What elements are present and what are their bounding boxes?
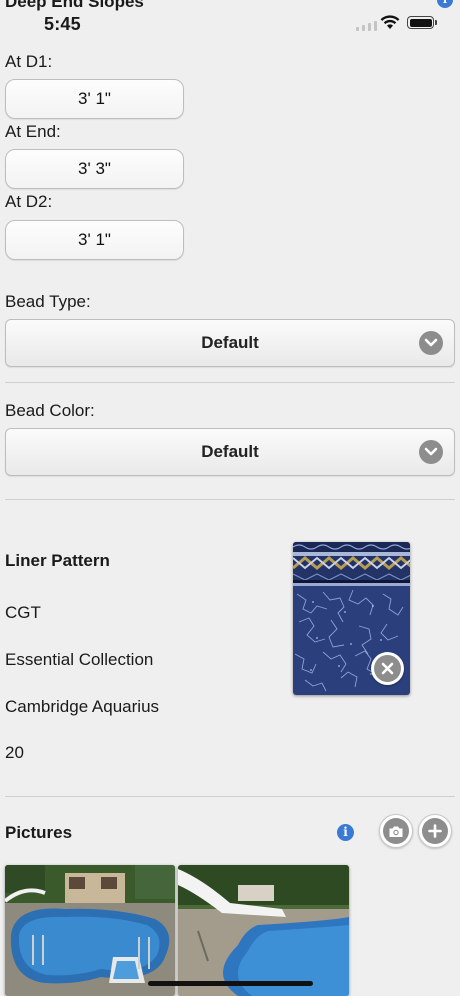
bead-color-select[interactable]: Default	[5, 428, 455, 476]
pictures-heading: Pictures	[5, 823, 73, 842]
liner-gauge: 20	[5, 743, 24, 762]
pool-measure-screen: Deep End Slopes i 5:45 At D1: 3' 1" At E…	[0, 0, 460, 996]
home-indicator	[148, 981, 313, 986]
liner-pattern-heading: Liner Pattern	[5, 551, 110, 570]
info-icon[interactable]: i	[437, 0, 453, 8]
at-d2-label: At D2:	[5, 192, 53, 211]
at-d2-field[interactable]: 3' 1"	[5, 220, 184, 260]
at-end-field[interactable]: 3' 3"	[5, 149, 184, 189]
remove-pattern-button[interactable]	[371, 652, 404, 685]
chevron-down-icon	[419, 440, 443, 464]
liner-manufacturer: CGT	[5, 603, 41, 622]
cellular-signal-icon	[356, 21, 377, 31]
at-end-label: At End:	[5, 122, 61, 141]
bead-color-value: Default	[201, 442, 259, 461]
pool-photo[interactable]	[5, 865, 175, 996]
liner-collection: Essential Collection	[5, 650, 154, 669]
divider	[5, 796, 455, 797]
camera-icon	[383, 818, 409, 844]
divider	[5, 382, 455, 383]
status-time: 5:45	[44, 14, 81, 34]
section-title: Deep End Slopes	[5, 0, 144, 11]
chevron-down-icon	[419, 331, 443, 355]
pool-photo[interactable]	[178, 865, 349, 996]
close-icon	[374, 655, 401, 682]
take-photo-button[interactable]	[379, 814, 413, 848]
at-d1-field[interactable]: 3' 1"	[5, 79, 184, 119]
liner-pattern-name: Cambridge Aquarius	[5, 697, 160, 716]
at-d1-label: At D1:	[5, 52, 53, 71]
bead-type-label: Bead Type:	[5, 292, 91, 311]
bead-color-label: Bead Color:	[5, 401, 95, 420]
divider	[5, 499, 455, 500]
bead-type-select[interactable]: Default	[5, 319, 455, 367]
info-icon[interactable]: i	[337, 824, 354, 841]
bead-type-value: Default	[201, 333, 259, 352]
battery-icon	[407, 16, 437, 29]
plus-icon	[422, 818, 448, 844]
wifi-icon	[380, 15, 400, 35]
add-photo-button[interactable]	[418, 814, 452, 848]
